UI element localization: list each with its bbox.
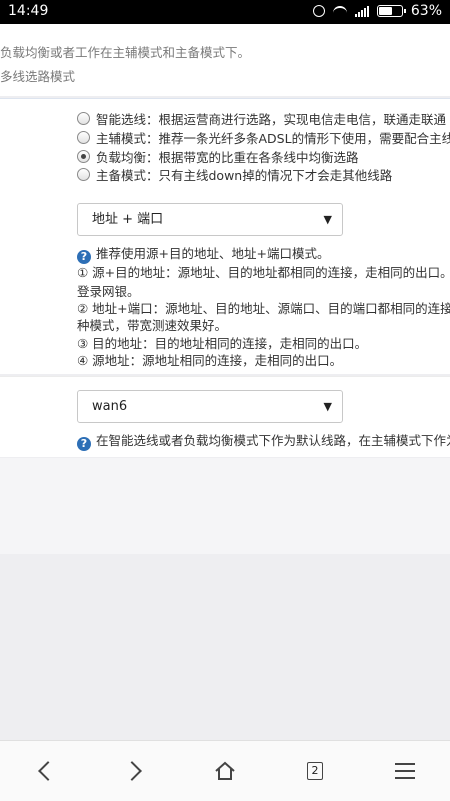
signal-icon [354, 5, 369, 17]
tabs-icon: 2 [307, 762, 323, 780]
home-button[interactable] [195, 741, 255, 801]
question-circle-icon: ? [77, 437, 91, 451]
radio-button[interactable] [77, 167, 90, 181]
form-footer-area [0, 458, 450, 554]
radio-label: 负载均衡：根据带宽的比重在各条线中均衡选路 [96, 149, 359, 165]
radio-option-smart[interactable]: 智能选线：根据运营商进行选路，实现电信走电信，联通走联通 [77, 109, 446, 127]
radio-label: 智能选线：根据运营商进行选路，实现电信走电信，联通走联通 [96, 111, 447, 127]
radio-button-checked[interactable] [77, 149, 90, 163]
menu-button[interactable] [375, 741, 435, 801]
mode-radio-group: 智能选线：根据运营商进行选路，实现电信走电信，联通走联通 主辅模式：推荐一条光纤… [0, 98, 450, 192]
tabs-button[interactable]: 2 [285, 741, 345, 801]
description-panel: 负载均衡或者工作在主辅模式和主备模式下。 多线选路模式 [0, 24, 450, 96]
help-line: ④ 源地址：源地址相同的连接，走相同的出口。 [77, 353, 343, 368]
back-button[interactable] [15, 741, 75, 801]
chevron-left-icon [38, 761, 58, 781]
description-text: 负载均衡或者工作在主辅模式和主备模式下。 [0, 45, 251, 60]
battery-icon [376, 5, 406, 17]
help-line: 种模式，带宽测速效果好。 [77, 318, 228, 333]
menu-icon [395, 758, 415, 784]
default-line-select[interactable]: wan6 ▼ [77, 390, 343, 423]
radio-button[interactable] [77, 130, 90, 144]
radio-button[interactable] [77, 111, 90, 125]
radio-label: 主备模式：只有主线down掉的情况下才会走其他线路 [96, 167, 393, 183]
chevron-right-icon [122, 761, 142, 781]
help-line: ? 推荐使用源+目的地址、地址+端口模式。 [77, 243, 329, 264]
balance-mode-section: 地址 + 端口 ▼ ? 推荐使用源+目的地址、地址+端口模式。 ① 源+目的地址：… [0, 191, 450, 374]
section-label-multiline-mode: 多线选路模式 [0, 69, 76, 84]
radio-option-primary-backup[interactable]: 主备模式：只有主线down掉的情况下才会走其他线路 [77, 165, 392, 183]
radio-option-load-balance[interactable]: 负载均衡：根据带宽的比重在各条线中均衡选路 [77, 147, 359, 165]
status-icons: 63% [312, 3, 442, 19]
browser-bottom-nav: 2 [0, 740, 450, 801]
select-value: 地址 + 端口 [92, 212, 164, 227]
battery-percent: 63% [410, 3, 442, 19]
radio-label: 主辅模式：推荐一条光纤多条ADSL的情形下使用，需要配合主线路 [96, 130, 450, 146]
dropdown-arrow-icon: ▼ [323, 400, 332, 413]
wifi-icon [332, 6, 347, 16]
status-bar: 14:49 63% [0, 0, 450, 24]
balance-mode-select[interactable]: 地址 + 端口 ▼ [77, 203, 343, 236]
alarm-icon [312, 5, 325, 17]
select-value: wan6 [92, 399, 128, 414]
forward-button[interactable] [105, 741, 165, 801]
radio-option-primary-aux[interactable]: 主辅模式：推荐一条光纤多条ADSL的情形下使用，需要配合主线路 [77, 128, 450, 146]
help-text: 在智能选线或者负载均衡模式下作为默认线路，在主辅模式下作为主线路 [96, 433, 450, 448]
help-line: ? 在智能选线或者负载均衡模式下作为默认线路，在主辅模式下作为主线路 [77, 430, 450, 451]
default-line-section: wan6 ▼ ? 在智能选线或者负载均衡模式下作为默认线路，在主辅模式下作为主线路 [0, 376, 450, 457]
status-time: 14:49 [8, 3, 49, 19]
dropdown-arrow-icon: ▼ [323, 213, 332, 226]
help-line: ① 源+目的地址：源地址、目的地址都相同的连接，走相同的出口。网 [77, 265, 450, 280]
home-icon [215, 761, 235, 780]
help-text: 推荐使用源+目的地址、地址+端口模式。 [96, 246, 330, 261]
